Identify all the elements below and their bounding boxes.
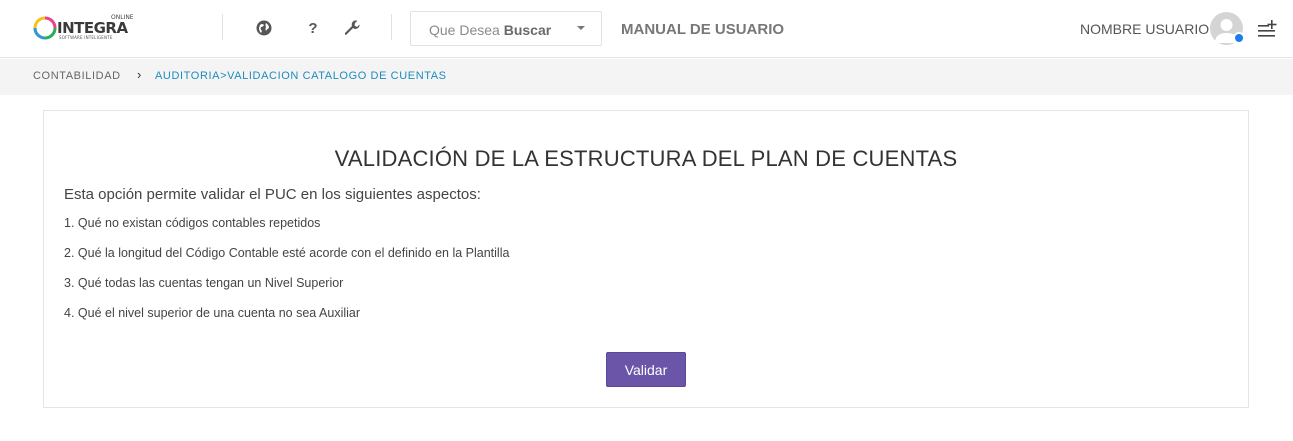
- logo-tagline-text: SOFTWARE INTELIGENTE: [59, 35, 113, 40]
- menu-add-icon[interactable]: [1257, 19, 1277, 39]
- integra-logo[interactable]: ONLINE INTEGRA SOFTWARE INTELIGENTE: [33, 14, 134, 44]
- top-navbar: ONLINE INTEGRA SOFTWARE INTELIGENTE ? Qu…: [0, 0, 1293, 58]
- wrench-icon[interactable]: [341, 17, 363, 39]
- list-item: 4. Qué el nivel superior de una cuenta n…: [64, 306, 361, 320]
- breadcrumb-current: AUDITORIA>VALIDACION CATALOGO DE CUENTAS: [155, 70, 447, 82]
- divider: [391, 14, 392, 40]
- chevron-right-icon: ›: [137, 67, 142, 82]
- manual-link[interactable]: MANUAL DE USUARIO: [621, 21, 784, 38]
- validation-card: VALIDACIÓN DE LA ESTRUCTURA DEL PLAN DE …: [43, 110, 1249, 408]
- online-status-dot: [1233, 32, 1245, 44]
- page-title: VALIDACIÓN DE LA ESTRUCTURA DEL PLAN DE …: [334, 146, 958, 171]
- list-item: 2. Qué la longitud del Código Contable e…: [64, 246, 510, 260]
- search-dropdown[interactable]: Que Desea Buscar: [410, 11, 602, 46]
- divider: [222, 14, 223, 40]
- breadcrumb-root[interactable]: CONTABILIDAD: [33, 70, 121, 82]
- list-item: 3. Qué todas las cuentas tengan un Nivel…: [64, 276, 344, 290]
- search-placeholder: Que Desea Buscar: [429, 22, 552, 38]
- user-name[interactable]: NOMBRE USUARIO: [1080, 21, 1209, 37]
- list-item: 1. Qué no existan códigos contables repe…: [64, 216, 321, 230]
- chevron-down-icon: [577, 26, 585, 30]
- logo-icon: [33, 16, 57, 40]
- breadcrumb: CONTABILIDAD › AUDITORIA>VALIDACION CATA…: [0, 59, 1293, 95]
- globe-icon[interactable]: [253, 17, 275, 39]
- help-icon[interactable]: ?: [302, 17, 324, 39]
- validate-button[interactable]: Validar: [606, 352, 686, 387]
- intro-text: Esta opción permite validar el PUC en lo…: [64, 186, 481, 203]
